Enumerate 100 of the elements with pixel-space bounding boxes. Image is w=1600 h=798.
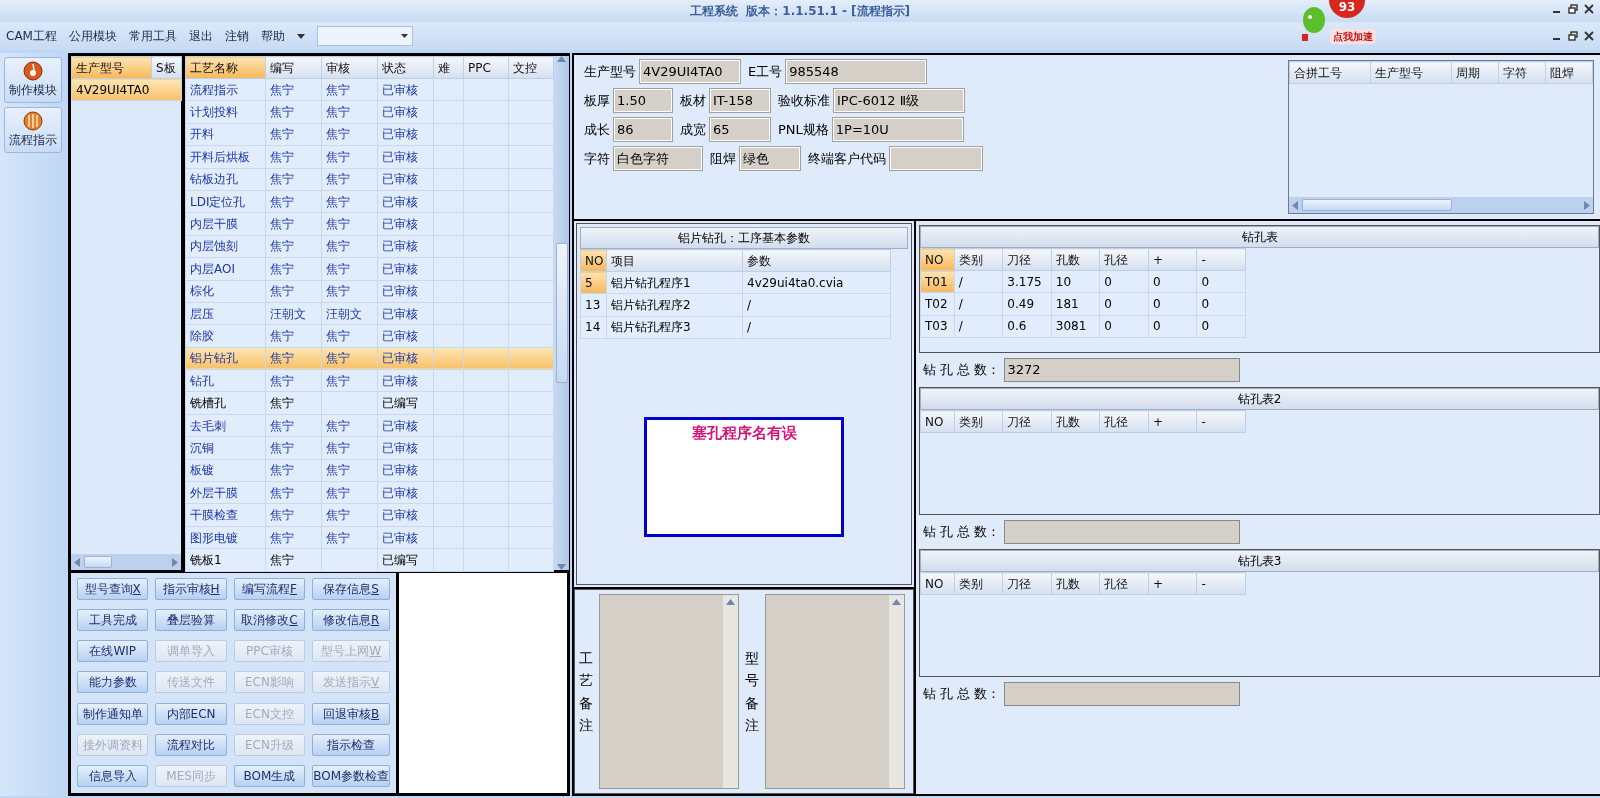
column-header[interactable]: 项目: [606, 249, 743, 272]
vertical-scrollbar[interactable]: [554, 56, 569, 570]
note-field[interactable]: [765, 594, 905, 789]
action-button[interactable]: BOM生成: [233, 764, 306, 787]
step-cell[interactable]: 开料: [185, 123, 266, 146]
step-cell[interactable]: 棕化: [185, 280, 266, 303]
text-field[interactable]: 绿色: [740, 147, 800, 170]
column-header[interactable]: NO: [920, 410, 955, 433]
scrollbar-thumb[interactable]: [1302, 199, 1452, 211]
text-field[interactable]: 985548: [786, 60, 927, 83]
scroll-down-arrow-icon[interactable]: [557, 564, 566, 570]
dropdown-caret-icon[interactable]: [296, 33, 305, 39]
text-field[interactable]: IPC-6012 Ⅱ级: [834, 89, 964, 112]
action-button[interactable]: 流程对比: [155, 733, 227, 756]
column-header[interactable]: 工艺名称: [185, 56, 266, 79]
column-header[interactable]: S板: [151, 56, 182, 79]
horizontal-scrollbar[interactable]: [71, 554, 181, 570]
action-button[interactable]: 修改信息R: [312, 609, 390, 632]
note-field[interactable]: [599, 594, 739, 789]
step-cell[interactable]: 计划投料: [185, 100, 266, 124]
step-cell[interactable]: 除胶: [185, 324, 266, 348]
scroll-up-arrow-icon[interactable]: [892, 599, 901, 605]
text-field[interactable]: 4V29UI4TA0: [640, 60, 740, 83]
column-header[interactable]: 刀径: [1002, 410, 1052, 433]
text-field[interactable]: 白色字符: [614, 147, 702, 170]
column-header[interactable]: 孔数: [1051, 248, 1100, 271]
step-cell[interactable]: 铣槽孔: [185, 391, 266, 415]
menu-item[interactable]: 公用模块: [68, 27, 117, 45]
action-button[interactable]: 取消修改C: [233, 609, 306, 632]
column-header[interactable]: 孔数: [1051, 410, 1100, 433]
column-header[interactable]: 审核: [321, 56, 378, 79]
close-icon[interactable]: [1584, 31, 1594, 41]
action-button[interactable]: 内部ECN: [155, 702, 227, 725]
action-button[interactable]: 保存信息S: [312, 578, 390, 600]
column-header[interactable]: 孔径: [1099, 248, 1149, 271]
scroll-left-arrow-icon[interactable]: [74, 557, 80, 567]
step-cell[interactable]: 干膜检查: [185, 503, 266, 527]
step-cell[interactable]: 沉铜: [185, 436, 266, 460]
column-header[interactable]: PPC: [463, 56, 509, 79]
menu-item[interactable]: 常用工具: [128, 27, 177, 45]
step-cell[interactable]: 内层干膜: [185, 212, 266, 236]
step-cell[interactable]: 去毛刺: [185, 414, 266, 437]
scrollbar-thumb[interactable]: [84, 556, 112, 568]
column-header[interactable]: NO: [580, 249, 607, 272]
text-field[interactable]: 1P=10U: [832, 118, 963, 141]
column-header[interactable]: +: [1148, 572, 1197, 595]
total-field[interactable]: 3272: [1004, 358, 1241, 382]
step-cell[interactable]: 内层AOI: [185, 257, 266, 280]
step-cell[interactable]: 铣板1: [185, 548, 266, 572]
restore-icon[interactable]: [1568, 4, 1578, 14]
column-header[interactable]: NO: [920, 572, 955, 595]
column-header[interactable]: 类别: [954, 410, 1003, 433]
menu-item[interactable]: 注销: [224, 27, 249, 45]
action-button[interactable]: 回退审核B: [312, 702, 390, 725]
step-cell[interactable]: 外层干膜: [185, 481, 266, 504]
scrollbar-thumb[interactable]: [555, 243, 568, 383]
column-header[interactable]: 孔径: [1099, 410, 1149, 433]
column-header[interactable]: +: [1148, 410, 1197, 433]
action-button[interactable]: 叠层验算: [155, 609, 227, 632]
text-field[interactable]: [890, 147, 982, 170]
total-field[interactable]: [1004, 520, 1241, 544]
action-button[interactable]: 能力参数: [77, 671, 149, 694]
step-cell[interactable]: 铝片钻孔: [185, 347, 266, 370]
step-cell[interactable]: 图形电镀: [185, 526, 266, 549]
action-button[interactable]: 编写流程F: [233, 578, 306, 600]
column-header[interactable]: 状态: [377, 56, 434, 79]
menu-item[interactable]: CAM工程: [6, 27, 57, 45]
close-icon[interactable]: [1584, 4, 1594, 14]
column-header[interactable]: 刀径: [1002, 572, 1052, 595]
column-header[interactable]: 孔数: [1051, 572, 1100, 595]
column-header[interactable]: NO: [920, 248, 955, 271]
scroll-up-arrow-icon[interactable]: [726, 599, 735, 605]
scroll-left-arrow-icon[interactable]: [1292, 200, 1298, 210]
step-cell[interactable]: 流程指示: [185, 78, 266, 101]
column-header[interactable]: 编写: [265, 56, 322, 79]
text-field[interactable]: 86: [614, 118, 672, 141]
column-header[interactable]: 周期: [1451, 61, 1499, 84]
column-header[interactable]: -: [1196, 248, 1246, 271]
action-button[interactable]: 信息导入: [77, 764, 149, 787]
column-header[interactable]: 生产型号: [1370, 61, 1452, 84]
action-button[interactable]: 指示检查: [312, 733, 390, 756]
text-field[interactable]: IT-158: [710, 89, 770, 112]
step-cell[interactable]: 板镀: [185, 459, 266, 482]
step-cell[interactable]: 层压: [185, 302, 266, 325]
text-field[interactable]: 65: [710, 118, 770, 141]
action-button[interactable]: 指示审核H: [155, 578, 227, 600]
total-field[interactable]: [1004, 682, 1241, 706]
model-cell[interactable]: 4V29UI4TA0: [71, 78, 182, 101]
action-button[interactable]: 工具完成: [77, 609, 149, 632]
action-button[interactable]: 在线WIP: [77, 640, 149, 663]
action-button[interactable]: 制作通知单: [77, 702, 149, 725]
scroll-right-arrow-icon[interactable]: [172, 557, 178, 567]
column-header[interactable]: 参数: [742, 249, 891, 272]
column-header[interactable]: 类别: [954, 248, 1003, 271]
dropdown-field[interactable]: [316, 26, 413, 46]
column-header[interactable]: 生产型号: [71, 56, 152, 79]
column-header[interactable]: 难: [433, 56, 464, 79]
step-cell[interactable]: LDI定位孔: [185, 190, 266, 213]
restore-icon[interactable]: [1568, 31, 1578, 41]
module-button[interactable]: 流程指示: [4, 107, 62, 153]
